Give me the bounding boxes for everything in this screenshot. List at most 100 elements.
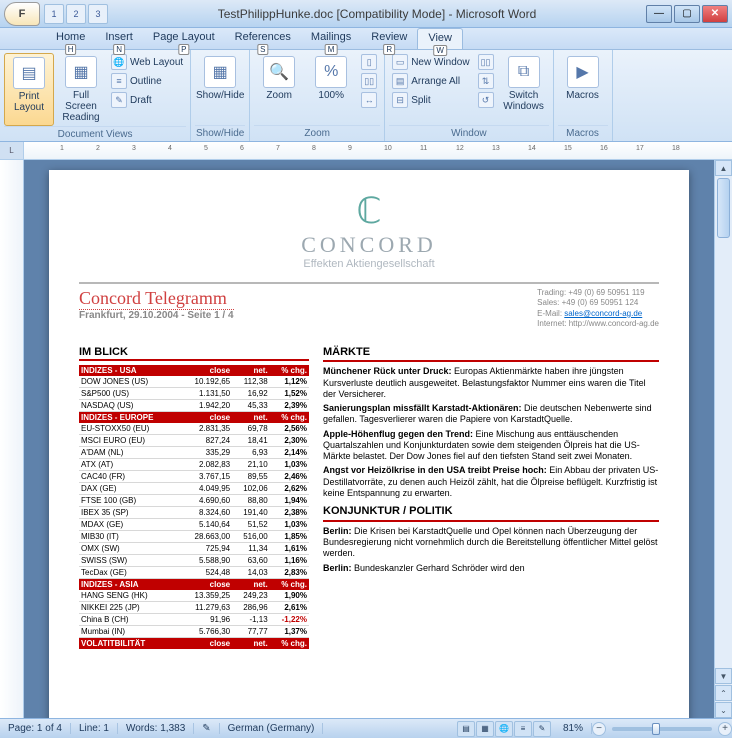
ruler-icon: ▦: [204, 56, 236, 88]
reset-position-button[interactable]: ↺: [475, 91, 497, 109]
tab-review[interactable]: ReviewR: [361, 28, 417, 49]
web-layout-button[interactable]: 🌐Web Layout: [108, 53, 186, 71]
status-line[interactable]: Line: 1: [71, 723, 118, 734]
minimize-button[interactable]: —: [646, 5, 672, 23]
print-layout-button[interactable]: ▤Print Layout: [4, 53, 54, 126]
arrange-all-button[interactable]: ▤Arrange All: [389, 72, 472, 90]
table-row: NASDAQ (US)1.942,2045,332,39%: [79, 399, 309, 411]
group-label: Window: [389, 125, 548, 141]
view-full-screen[interactable]: ▦: [476, 721, 494, 737]
reset-icon: ↺: [478, 92, 494, 108]
full-screen-reading-button[interactable]: ▦Full Screen Reading: [56, 53, 106, 126]
tab-view[interactable]: ViewW: [417, 28, 463, 49]
paragraph: Berlin: Bundeskanzler Gerhard Schröder w…: [323, 563, 659, 574]
table-row: OMX (SW)725,9411,341,61%: [79, 542, 309, 554]
email-link[interactable]: sales@concord-ag.de: [564, 309, 642, 318]
ruler-corner[interactable]: L: [0, 142, 24, 159]
titlebar: F 1 2 3 TestPhilippHunke.doc [Compatibil…: [0, 0, 732, 28]
zoom-in-button[interactable]: +: [718, 722, 732, 736]
width-icon: ↔: [361, 92, 377, 108]
zoom-button[interactable]: 🔍Zoom: [254, 53, 304, 125]
percent-icon: %: [315, 56, 347, 88]
show-hide-button[interactable]: ▦Show/Hide: [195, 53, 245, 125]
ruler-vertical[interactable]: [0, 160, 24, 718]
view-draft[interactable]: ✎: [533, 721, 551, 737]
table-row: MSCI EURO (EU)827,2418,412,30%: [79, 434, 309, 446]
status-language[interactable]: German (Germany): [220, 723, 324, 734]
table-header: INDIZES - USAclosenet.% chg.: [79, 365, 309, 376]
qat-item[interactable]: 2: [66, 4, 86, 24]
side-by-side-button[interactable]: ▯▯: [475, 53, 497, 71]
two-pages-button[interactable]: ▯▯: [358, 72, 380, 90]
prev-page-button[interactable]: ⌃: [715, 685, 732, 701]
view-outline[interactable]: ≡: [514, 721, 532, 737]
maximize-button[interactable]: ▢: [674, 5, 700, 23]
page-width-button[interactable]: ↔: [358, 91, 380, 109]
table-header: VOLATITBILITÄTclosenet.% chg.: [79, 637, 309, 649]
table-row: TecDax (GE)524,4814,032,83%: [79, 566, 309, 578]
new-window-button[interactable]: ▭New Window: [389, 53, 472, 71]
section-imblick: IM BLICK: [79, 346, 309, 361]
vertical-scrollbar[interactable]: ▲ ▼ ⌃ ⌄: [714, 160, 732, 718]
outline-button[interactable]: ≡Outline: [108, 72, 186, 90]
zoom-slider[interactable]: [612, 727, 712, 731]
switch-windows-button[interactable]: ⧉Switch Windows: [499, 53, 549, 125]
pages-icon: ▯▯: [361, 73, 377, 89]
split-button[interactable]: ⊟Split: [389, 91, 472, 109]
ruler-horizontal[interactable]: L 123456789101112131415161718: [0, 142, 732, 160]
group-label: Show/Hide: [195, 125, 245, 141]
logo-icon: ℂ: [79, 190, 659, 232]
status-page[interactable]: Page: 1 of 4: [0, 723, 71, 734]
one-page-button[interactable]: ▯: [358, 53, 380, 71]
status-words[interactable]: Words: 1,383: [118, 723, 194, 734]
zoom-thumb[interactable]: [652, 723, 660, 735]
doc-header: Concord Telegramm Frankfurt, 29.10.2004 …: [79, 282, 659, 330]
tab-insert[interactable]: InsertN: [95, 28, 143, 49]
table-row: China B (CH)91,96-1,13-1,22%: [79, 613, 309, 625]
globe-icon: 🌐: [111, 54, 127, 70]
index-table: INDIZES - USAclosenet.% chg.DOW JONES (U…: [79, 365, 309, 649]
magnifier-icon: 🔍: [263, 56, 295, 88]
zoom-100-button[interactable]: %100%: [306, 53, 356, 125]
draft-button[interactable]: ✎Draft: [108, 91, 186, 109]
zoom-level[interactable]: 81%: [555, 723, 592, 734]
document-page[interactable]: ℂ CONCORD Effekten Aktiengesellschaft Co…: [49, 170, 689, 718]
sync-scroll-button[interactable]: ⇅: [475, 72, 497, 90]
scroll-down-button[interactable]: ▼: [715, 668, 732, 684]
scroll-up-button[interactable]: ▲: [715, 160, 732, 176]
table-row: HANG SENG (HK)13.359,25249,231,90%: [79, 590, 309, 602]
tab-home[interactable]: HomeH: [46, 28, 95, 49]
table-row: ATX (AT)2.082,8321,101,03%: [79, 458, 309, 470]
page-icon: ▤: [13, 57, 45, 89]
office-button[interactable]: F: [4, 2, 40, 26]
qat-item[interactable]: 3: [88, 4, 108, 24]
zoom-out-button[interactable]: −: [592, 722, 606, 736]
logo-name: CONCORD: [79, 232, 659, 258]
paragraph: Berlin: Die Krisen bei KarstadtQuelle un…: [323, 526, 659, 560]
switch-icon: ⧉: [508, 56, 540, 88]
paragraph: Sanierungsplan missfällt Karstadt-Aktion…: [323, 403, 659, 426]
logo: ℂ CONCORD Effekten Aktiengesellschaft: [79, 190, 659, 270]
paragraph: Angst vor Heizölkrise in den USA treibt …: [323, 465, 659, 499]
view-print-layout[interactable]: ▤: [457, 721, 475, 737]
tab-mailings[interactable]: MailingsM: [301, 28, 361, 49]
close-button[interactable]: ✕: [702, 5, 728, 23]
group-macros: ▶Macros Macros: [554, 50, 613, 141]
paragraph: Münchener Rück unter Druck: Europas Akti…: [323, 366, 659, 400]
table-row: DOW JONES (US)10.192,65112,381,12%: [79, 376, 309, 388]
scroll-thumb[interactable]: [717, 178, 730, 238]
tab-page-layout[interactable]: Page LayoutP: [143, 28, 225, 49]
macros-button[interactable]: ▶Macros: [558, 53, 608, 125]
table-row: NIKKEI 225 (JP)11.279,63286,962,61%: [79, 601, 309, 613]
status-proofing[interactable]: ✎: [194, 723, 219, 734]
view-web[interactable]: 🌐: [495, 721, 513, 737]
next-page-button[interactable]: ⌄: [715, 702, 732, 718]
tab-references[interactable]: ReferencesS: [225, 28, 301, 49]
table-row: IBEX 35 (SP)8.324,60191,402,38%: [79, 506, 309, 518]
window-title: TestPhilippHunke.doc [Compatibility Mode…: [108, 7, 646, 21]
page-icon: ▯: [361, 54, 377, 70]
qat-item[interactable]: 1: [44, 4, 64, 24]
document-scroll[interactable]: ℂ CONCORD Effekten Aktiengesellschaft Co…: [24, 160, 714, 718]
ribbon-tabs: HomeH InsertN Page LayoutP ReferencesS M…: [0, 28, 732, 50]
group-document-views: ▤Print Layout ▦Full Screen Reading 🌐Web …: [0, 50, 191, 141]
